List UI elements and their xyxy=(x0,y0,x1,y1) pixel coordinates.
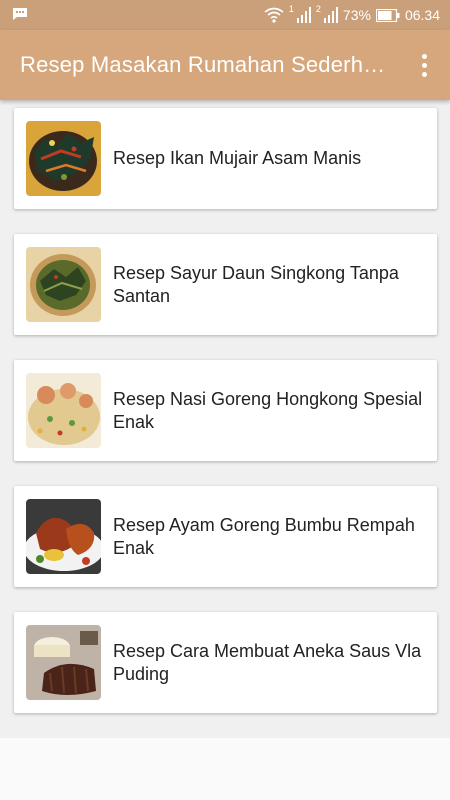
recipe-card[interactable]: Resep Sayur Daun Singkong Tanpa Santan xyxy=(14,234,437,335)
battery-percent: 73% xyxy=(342,7,371,23)
recipe-title: Resep Ikan Mujair Asam Manis xyxy=(113,148,362,168)
recipe-card[interactable]: Resep Ayam Goreng Bumbu Rempah Enak xyxy=(14,486,437,587)
sim2-label: 2 xyxy=(315,4,321,14)
recipe-card[interactable]: Resep Nasi Goreng Hongkong Spesial Enak xyxy=(14,360,437,461)
sim1-label: 1 xyxy=(288,4,294,14)
recipe-thumbnail xyxy=(26,121,101,196)
recipe-title: Resep Cara Membuat Aneka Saus Vla Puding xyxy=(113,640,422,684)
clock: 06.34 xyxy=(404,7,440,23)
recipe-title: Resep Nasi Goreng Hongkong Spesial Enak xyxy=(113,388,423,432)
more-options-button[interactable] xyxy=(412,45,436,85)
recipe-list[interactable]: Resep Ikan Mujair Asam Manis Resep Sayur… xyxy=(0,100,450,738)
recipe-thumbnail xyxy=(26,625,101,700)
wifi-icon xyxy=(264,7,284,23)
app-title: Resep Masakan Rumahan Sederhana xyxy=(20,52,390,77)
status-bar: 1 2 73% 06.34 xyxy=(0,0,450,30)
battery-icon xyxy=(375,8,400,22)
recipe-title: Resep Sayur Daun Singkong Tanpa Santan xyxy=(113,262,399,306)
signal-icon xyxy=(296,7,311,23)
recipe-card[interactable]: Resep Cara Membuat Aneka Saus Vla Puding xyxy=(14,612,437,713)
recipe-thumbnail xyxy=(26,247,101,322)
recipe-card[interactable]: Resep Ikan Mujair Asam Manis xyxy=(14,108,437,209)
signal-icon xyxy=(323,7,338,23)
recipe-thumbnail xyxy=(26,499,101,574)
recipe-title: Resep Ayam Goreng Bumbu Rempah Enak xyxy=(113,514,415,558)
app-bar: Resep Masakan Rumahan Sederhana xyxy=(0,30,450,100)
bottom-area xyxy=(0,738,450,800)
message-icon xyxy=(12,7,28,24)
recipe-thumbnail xyxy=(26,373,101,448)
more-vert-icon xyxy=(421,53,427,59)
